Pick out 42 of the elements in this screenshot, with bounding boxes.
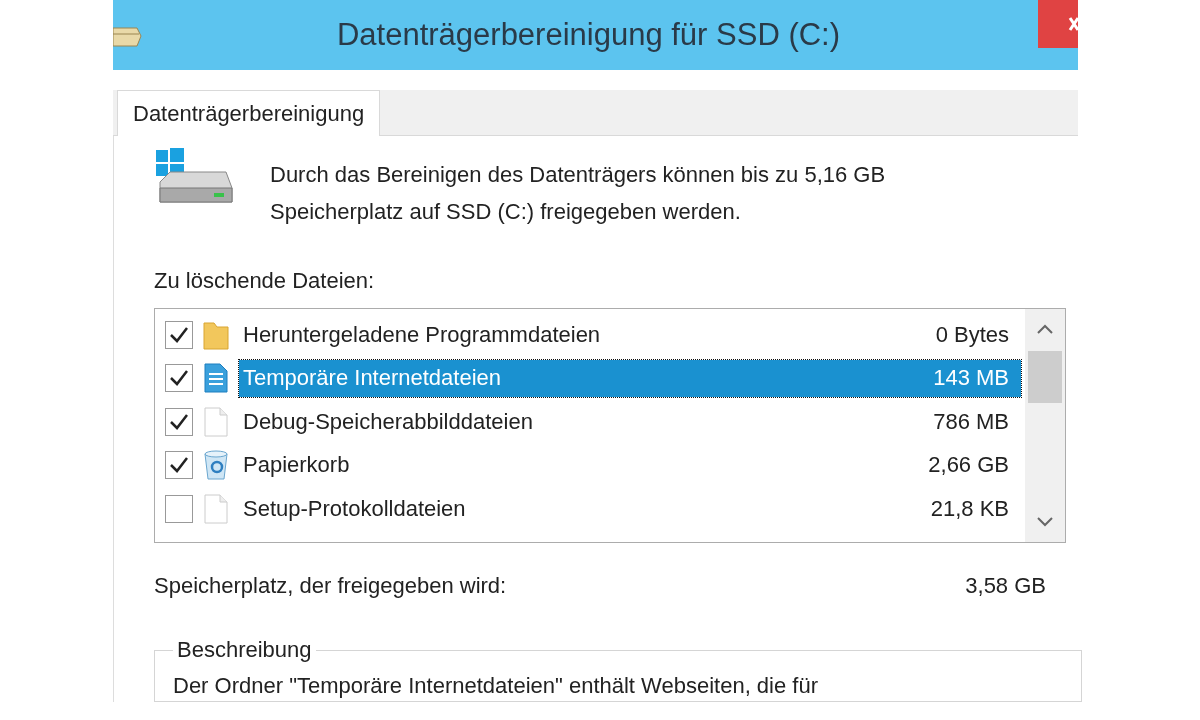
file-category: Papierkorb <box>243 452 350 479</box>
scroll-thumb[interactable] <box>1028 351 1062 403</box>
list-item[interactable]: Debug-Speicherabbilddateien 786 MB <box>239 403 1021 441</box>
check-icon <box>169 325 189 344</box>
file-size: 21,8 KB <box>930 495 1009 522</box>
info-text: Durch das Bereinigen des Datenträgers können bis zu 5,16 GB Speicherplatz auf SSD (C:) freigegeben werden. <box>270 161 887 226</box>
file-icon <box>201 405 231 438</box>
checkbox[interactable] <box>165 451 193 480</box>
check-icon <box>169 369 189 388</box>
space-label: Speicherplatz, der freigegeben wird: <box>154 573 507 599</box>
checkbox[interactable] <box>165 364 193 393</box>
list-item[interactable]: Heruntergeladene Programmdateien 0 Bytes <box>239 316 1021 354</box>
file-icon <box>201 492 231 525</box>
file-size: 0 Bytes <box>935 321 1009 348</box>
close-button[interactable] <box>1038 0 1078 48</box>
file-size: 786 MB <box>933 408 1009 435</box>
group-title: Beschreibung <box>176 637 313 663</box>
tab[interactable]: Datenträgerbereinigung <box>117 90 381 136</box>
scroll-down-icon[interactable] <box>1036 516 1054 528</box>
window-title: Datenträgerbereinigung für SSD (C:) <box>335 17 842 53</box>
description-text: Der Ordner "Temporäre Internetdateien" enthält Webseiten, die für <box>173 672 819 700</box>
list-item[interactable]: Temporäre Internetdateien 143 MB <box>239 359 1021 397</box>
file-category: Setup-Protokolldateien <box>243 495 466 522</box>
space-value: 3,58 GB <box>965 573 1046 599</box>
document-icon <box>201 362 231 395</box>
file-size: 143 MB <box>933 365 1009 392</box>
scrollbar[interactable] <box>1025 309 1065 542</box>
checkbox[interactable] <box>165 320 193 349</box>
checkbox[interactable] <box>165 494 193 523</box>
close-icon <box>1068 15 1078 33</box>
check-icon <box>169 456 189 475</box>
file-category: Temporäre Internetdateien <box>243 365 502 392</box>
file-category: Debug-Speicherabbilddateien <box>243 408 533 435</box>
list-item[interactable]: Setup-Protokolldateien 21,8 KB <box>239 490 1021 528</box>
file-size: 2,66 GB <box>928 452 1009 479</box>
file-category: Heruntergeladene Programmdateien <box>243 321 601 348</box>
check-icon <box>169 412 189 431</box>
recycle-bin-icon <box>201 449 231 482</box>
scroll-up-icon[interactable] <box>1036 323 1054 335</box>
checkbox[interactable] <box>165 407 193 436</box>
files-label: Zu löschende Dateien: <box>154 268 376 294</box>
list-item[interactable]: Papierkorb 2,66 GB <box>239 446 1021 484</box>
